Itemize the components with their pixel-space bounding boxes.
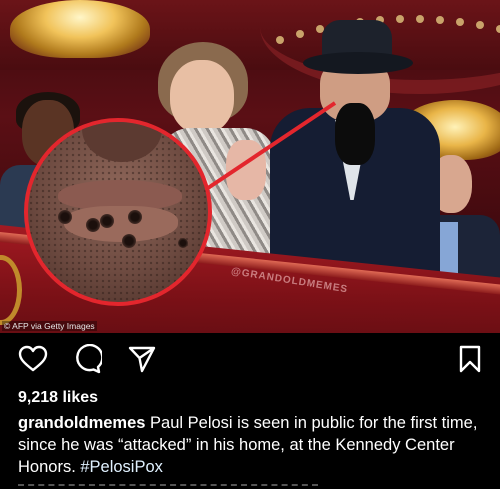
action-bar xyxy=(0,336,500,380)
like-count[interactable]: 9,218 likes xyxy=(18,389,98,407)
post-caption: grandoldmemes Paul Pelosi is seen in pub… xyxy=(18,412,486,478)
chandelier-left xyxy=(10,0,150,58)
hashtag-link[interactable]: #PelosiPox xyxy=(80,458,163,476)
post-photo[interactable]: @GRANDOLDMEMES © AFP via Getty Images xyxy=(0,0,500,333)
divider xyxy=(18,484,318,486)
bookmark-icon[interactable] xyxy=(455,344,485,374)
username-link[interactable]: grandoldmemes xyxy=(18,414,145,432)
comment-icon[interactable] xyxy=(72,344,102,374)
send-icon[interactable] xyxy=(127,344,157,374)
zoom-inset xyxy=(24,118,212,306)
photo-credit: © AFP via Getty Images xyxy=(2,321,97,331)
heart-icon[interactable] xyxy=(18,344,48,374)
